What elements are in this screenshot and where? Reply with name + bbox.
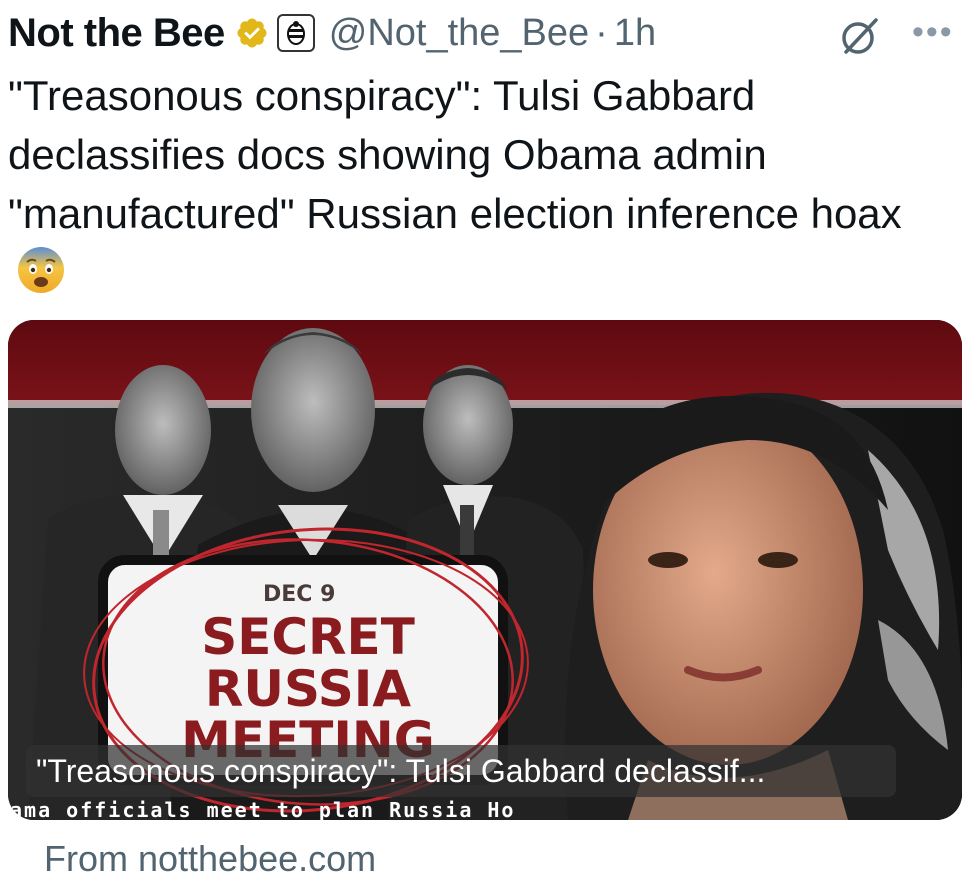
post-text: "Treasonous conspiracy": Tulsi Gabbard d… (8, 66, 938, 302)
author-name[interactable]: Not the Bee (8, 11, 225, 56)
more-icon[interactable]: ••• (912, 15, 954, 49)
post-timestamp[interactable]: 1h (614, 12, 656, 55)
link-card-title[interactable]: "Treasonous conspiracy": Tulsi Gabbard d… (26, 745, 896, 797)
separator-dot: · (595, 11, 608, 54)
post-text-content: "Treasonous conspiracy": Tulsi Gabbard d… (8, 72, 902, 237)
author-handle[interactable]: @Not_the_Bee (329, 12, 589, 55)
fearful-face-emoji (18, 247, 64, 293)
post-header: Not the Bee @Not_the_Bee · 1h (8, 8, 656, 58)
stamp-line-2: RUSSIA (204, 660, 412, 718)
stamp-line-1: SECRET (201, 608, 415, 666)
bee-logo-icon[interactable] (276, 14, 315, 52)
image-ticker-text: ama officials meet to plan Russia Ho (10, 798, 516, 822)
stamp-date: DEC 9 (263, 582, 336, 607)
grok-icon[interactable] (838, 14, 882, 58)
verified-badge-icon (237, 18, 267, 48)
link-source[interactable]: From notthebee.com (44, 838, 376, 880)
